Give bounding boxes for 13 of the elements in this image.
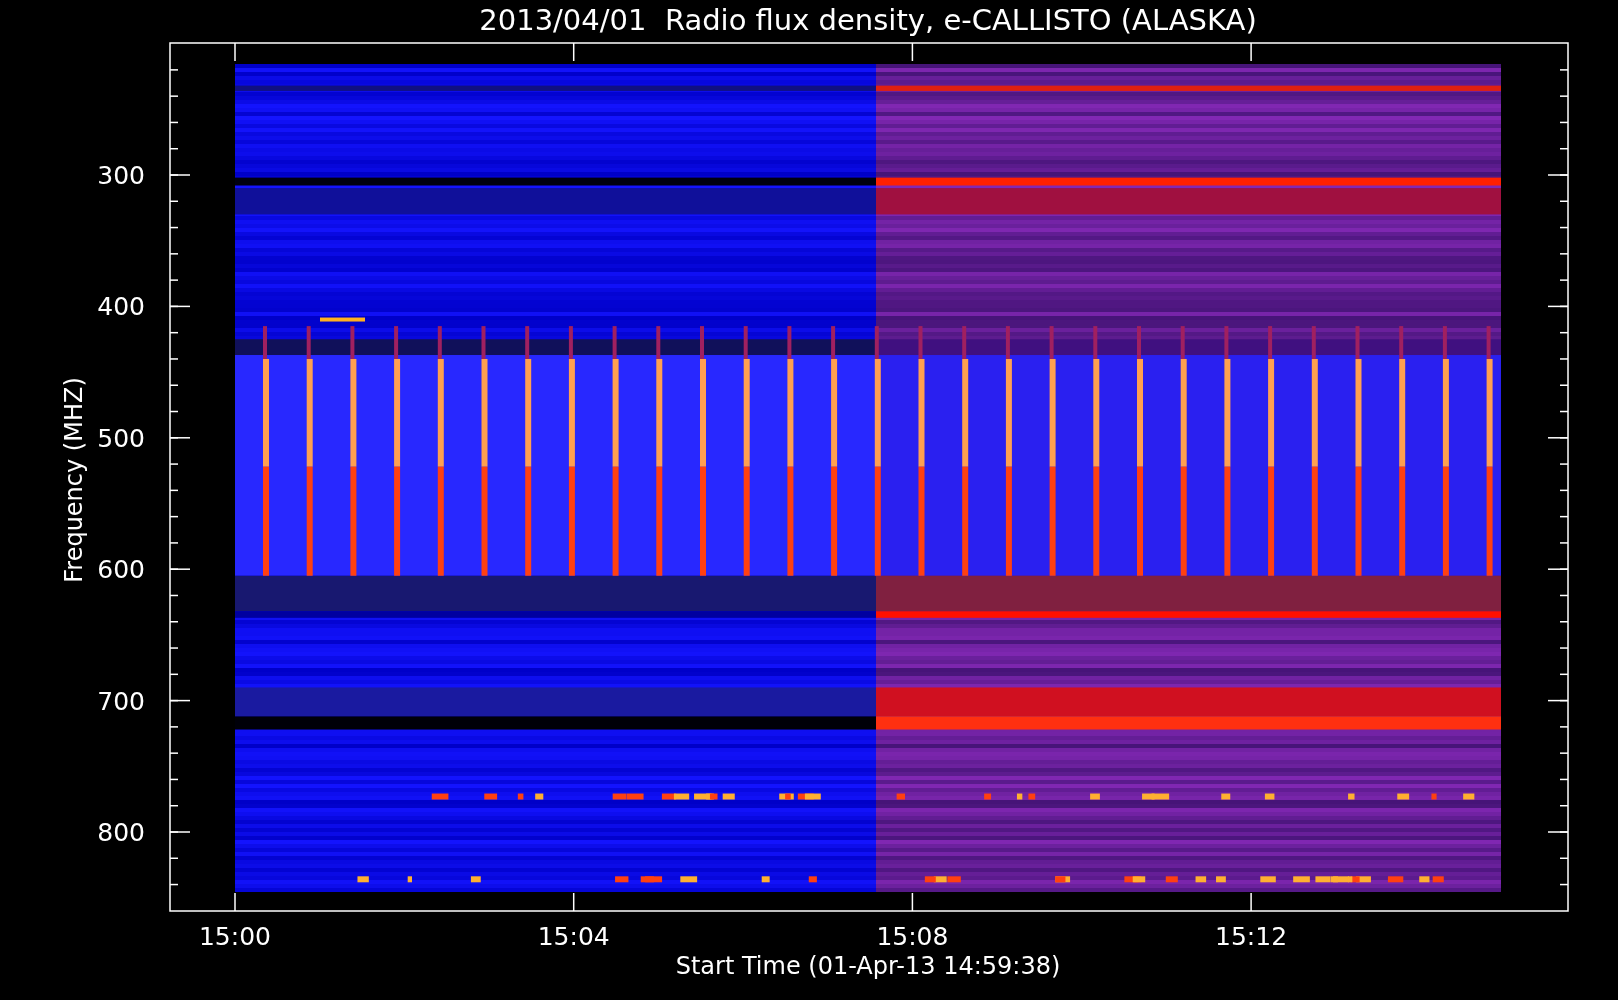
- x-tick-label: 15:12: [1215, 922, 1288, 951]
- y-axis-label: Frequency (MHZ): [60, 377, 88, 583]
- chart-title: 2013/04/01 Radio flux density, e-CALLISTO (ALASKA): [479, 3, 1257, 37]
- x-axis-label: Start Time (01-Apr-13 14:59:38): [675, 952, 1061, 980]
- x-tick-label: 15:04: [537, 922, 610, 951]
- y-tick-label: 300: [97, 161, 145, 190]
- y-tick-label: 500: [97, 423, 145, 453]
- x-tick-label: 15:00: [199, 922, 271, 951]
- y-tick-label: 800: [97, 818, 145, 847]
- y-tick-label: 600: [97, 555, 145, 585]
- x-tick-label: 15:08: [876, 922, 949, 951]
- y-tick-label: 700: [97, 686, 145, 716]
- y-tick-label: 400: [97, 292, 145, 322]
